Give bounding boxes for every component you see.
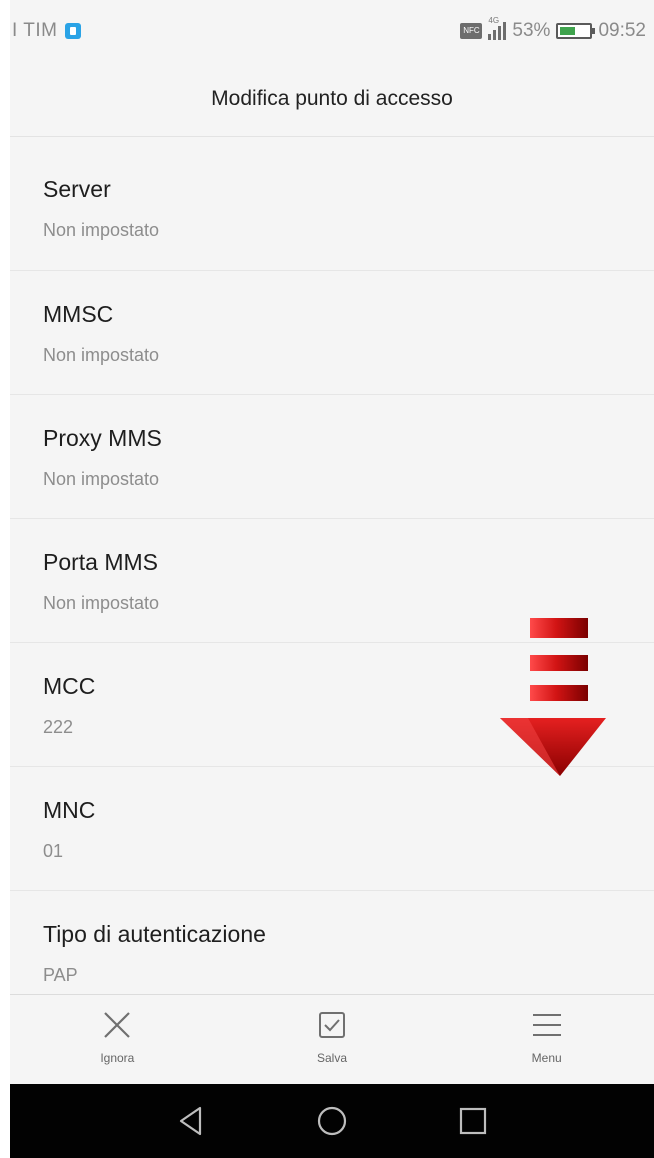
menu-button[interactable]: Menu xyxy=(439,995,654,1085)
setting-value: Non impostato xyxy=(43,593,160,613)
setting-title: Proxy MMS xyxy=(43,425,162,451)
network-type-label: 4G xyxy=(488,16,500,25)
setting-title: Tipo di autenticazione xyxy=(43,921,266,947)
setting-mnc[interactable]: MNC 01 xyxy=(10,766,654,890)
clock: 09:52 xyxy=(598,20,646,41)
setting-proxy-mms[interactable]: Proxy MMS Non impostato xyxy=(10,394,654,518)
status-bar: I TIM NFC 4G 53% 09:52 xyxy=(10,0,654,62)
status-right: NFC 4G 53% 09:52 xyxy=(460,16,654,42)
phone-screen: I TIM NFC 4G 53% 09:52 Modifica punto di… xyxy=(10,0,654,1158)
left-margin xyxy=(0,0,10,1158)
close-icon xyxy=(104,1012,131,1038)
setting-value: Non impostato xyxy=(43,220,160,240)
title-bar: Modifica punto di accesso xyxy=(10,62,654,137)
bottom-action-bar: Ignora Salva Menu xyxy=(10,994,654,1085)
apn-settings-list: Server Non impostato MMSC Non impostato … xyxy=(10,146,654,1014)
setting-server[interactable]: Server Non impostato xyxy=(10,146,654,270)
menu-label: Menu xyxy=(531,1051,562,1065)
signal-icon: 4G xyxy=(488,16,507,40)
setting-title: Porta MMS xyxy=(43,549,159,575)
setting-mmsc[interactable]: MMSC Non impostato xyxy=(10,270,654,394)
checkbox-icon xyxy=(319,1012,345,1038)
save-button[interactable]: Salva xyxy=(225,995,440,1085)
system-nav-bar xyxy=(10,1084,654,1158)
carrier-label: I TIM xyxy=(12,20,58,41)
nfc-icon: NFC xyxy=(460,23,483,39)
page-title: Modifica punto di accesso xyxy=(211,87,453,110)
menu-icon xyxy=(532,1014,561,1036)
status-left: I TIM xyxy=(10,20,82,42)
setting-title: MNC xyxy=(43,797,96,823)
setting-value: PAP xyxy=(43,965,78,985)
battery-percent: 53% xyxy=(512,20,551,41)
setting-value: 222 xyxy=(43,717,74,737)
setting-title: Server xyxy=(43,176,111,202)
setting-value: 01 xyxy=(43,841,64,861)
ignore-button[interactable]: Ignora xyxy=(10,995,225,1085)
notification-app-icon xyxy=(65,23,82,39)
battery-icon xyxy=(556,23,596,39)
ignore-label: Ignora xyxy=(100,1051,135,1065)
back-icon[interactable] xyxy=(173,1103,209,1139)
save-label: Salva xyxy=(316,1051,348,1065)
red-down-arrow-icon xyxy=(500,618,606,776)
home-icon[interactable] xyxy=(314,1103,350,1139)
setting-value: Non impostato xyxy=(43,469,160,489)
setting-title: MCC xyxy=(43,673,96,699)
recents-icon[interactable] xyxy=(455,1103,491,1139)
setting-value: Non impostato xyxy=(43,345,160,365)
setting-title: MMSC xyxy=(43,301,114,327)
